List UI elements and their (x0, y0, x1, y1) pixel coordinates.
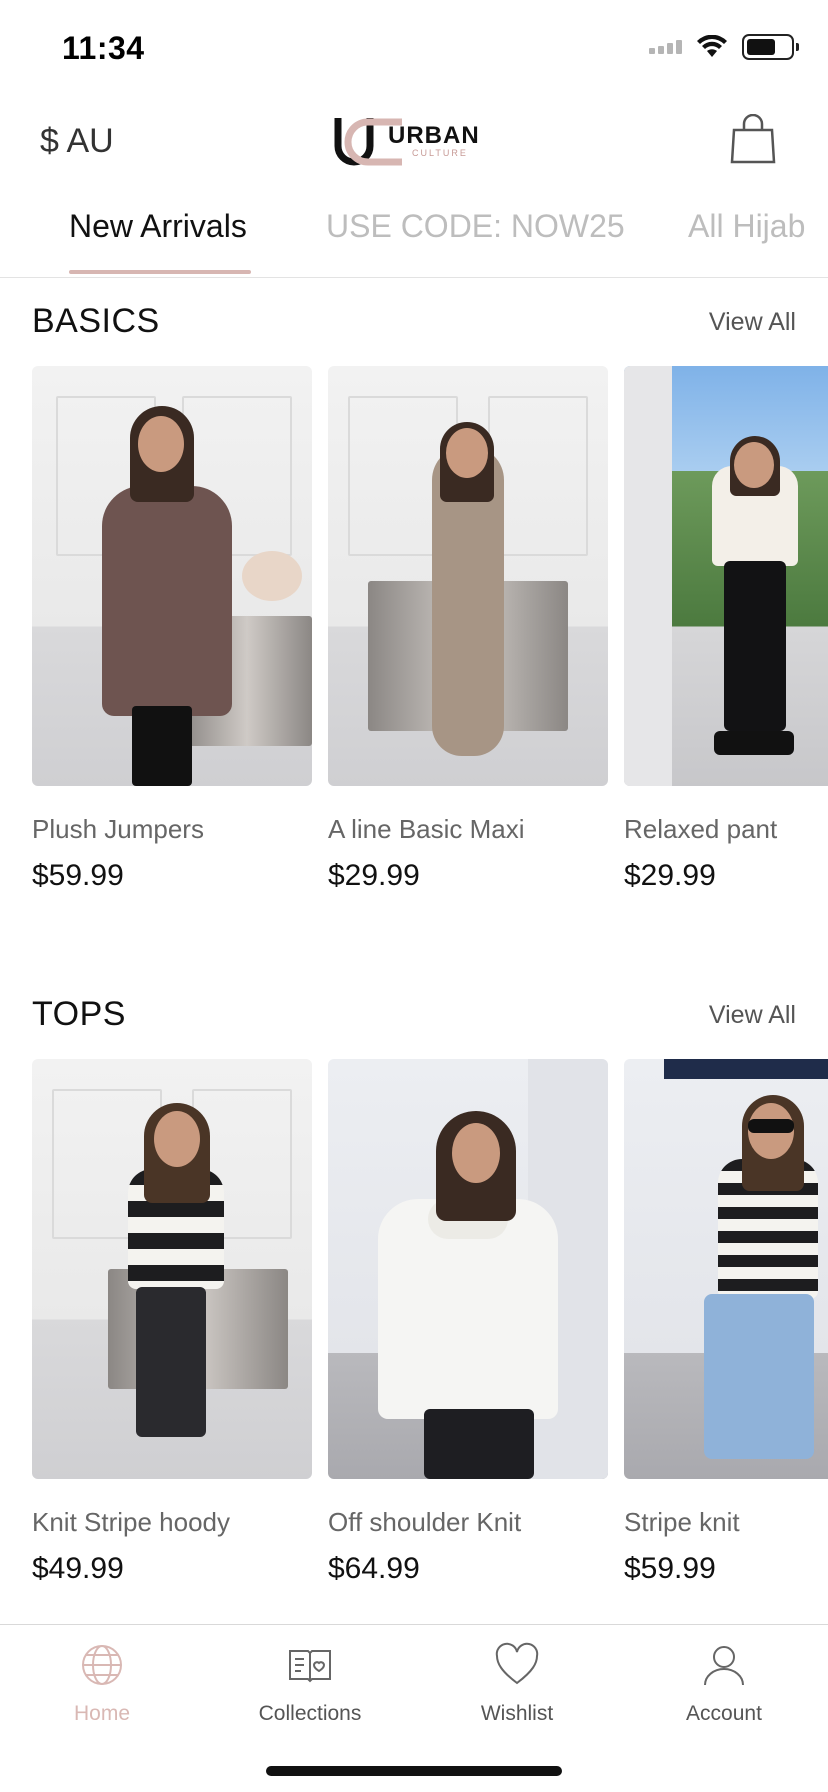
product-name: Stripe knit (624, 1507, 740, 1537)
product-name: Knit Stripe hoody (32, 1507, 231, 1537)
app-header: $ AU URBAN CULTURE (0, 100, 828, 190)
nav-wishlist[interactable]: Wishlist (427, 1641, 607, 1726)
product-name: Relaxed pant (624, 814, 778, 844)
product-price: $59.99 (624, 1552, 716, 1585)
tab-new-arrivals[interactable]: New Arrivals (69, 208, 247, 245)
product-name: Off shoulder Knit (328, 1507, 522, 1537)
product-image[interactable] (328, 366, 608, 786)
section-title-tops: TOPS (32, 995, 126, 1033)
cellular-signal-icon (649, 40, 682, 54)
product-image[interactable] (328, 1059, 608, 1479)
currency-selector[interactable]: $ AU (40, 122, 114, 161)
heart-icon (495, 1642, 539, 1685)
product-image[interactable] (624, 366, 828, 786)
product-card[interactable]: A line Basic Maxi $29.99 (328, 366, 608, 893)
globe-icon (82, 1645, 122, 1685)
view-all-basics-link[interactable]: View All (709, 308, 796, 337)
section-title-basics: BASICS (32, 302, 160, 340)
book-icon (289, 1650, 331, 1683)
product-image[interactable] (32, 366, 312, 786)
brand-logo[interactable]: URBAN CULTURE (328, 112, 500, 168)
product-price: $59.99 (32, 859, 124, 892)
product-image[interactable] (624, 1059, 828, 1479)
logo-subtitle: CULTURE (412, 148, 468, 158)
view-all-tops-link[interactable]: View All (709, 1001, 796, 1030)
home-indicator[interactable] (266, 1766, 562, 1776)
product-price: $29.99 (624, 859, 716, 892)
product-name: A line Basic Maxi (328, 814, 525, 844)
product-image[interactable] (32, 1059, 312, 1479)
nav-home-label: Home (73, 1702, 131, 1725)
status-icons (649, 34, 799, 60)
active-tab-indicator (69, 270, 251, 274)
product-card[interactable]: Stripe knit $59.99 (624, 1059, 828, 1586)
product-card[interactable]: Relaxed pant $29.99 (624, 366, 828, 893)
tab-all-hijab[interactable]: All Hijab (688, 208, 805, 245)
wifi-icon (697, 35, 727, 57)
nav-account-label: Account (686, 1702, 762, 1725)
nav-home[interactable]: Home (12, 1641, 192, 1726)
status-time: 11:34 (62, 30, 145, 66)
status-bar: 11:34 (0, 0, 828, 100)
tab-use-code[interactable]: USE CODE: NOW25 (326, 208, 625, 245)
nav-collections[interactable]: Collections (220, 1641, 400, 1726)
nav-collections-label: Collections (258, 1702, 362, 1725)
product-card[interactable]: Knit Stripe hoody $49.99 (32, 1059, 312, 1586)
user-icon (704, 1646, 744, 1686)
logo-word: URBAN (388, 122, 480, 149)
shopping-bag-icon[interactable] (730, 114, 776, 164)
product-price: $49.99 (32, 1552, 124, 1585)
category-tabs: New Arrivals USE CODE: NOW25 All Hijab (0, 196, 828, 278)
product-price: $29.99 (328, 859, 420, 892)
product-card[interactable]: Plush Jumpers $59.99 (32, 366, 312, 893)
battery-icon (742, 34, 799, 60)
product-card[interactable]: Off shoulder Knit $64.99 (328, 1059, 608, 1586)
nav-account[interactable]: Account (634, 1641, 814, 1726)
nav-wishlist-label: Wishlist (480, 1702, 554, 1725)
product-price: $64.99 (328, 1552, 420, 1585)
product-name: Plush Jumpers (32, 814, 204, 844)
